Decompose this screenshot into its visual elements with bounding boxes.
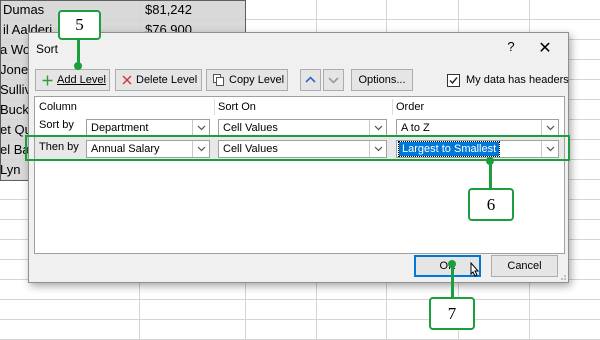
move-up-button[interactable] [300,69,321,91]
cancel-button[interactable]: Cancel [491,255,558,277]
move-down-button[interactable] [323,69,344,91]
select-value: Cell Values [223,122,278,134]
chevron-down-icon [369,120,386,136]
chevron-down-icon [192,120,209,136]
help-button[interactable]: ? [501,39,521,57]
callout-dot [74,62,82,70]
add-level-label: Add Level [57,74,106,86]
mouse-cursor-icon [470,262,480,277]
select-value: A to Z [401,122,430,134]
sheet-row [0,300,600,320]
header-separator [392,99,393,115]
dialog-title: Sort [36,42,59,56]
chevron-up-icon [305,76,316,83]
step-callout-6: 6 [468,188,514,221]
chevron-down-icon [328,77,339,84]
checkmark-icon [449,77,458,85]
plus-icon [42,75,53,86]
resize-grip-icon[interactable] [558,272,566,280]
copy-icon [213,74,225,86]
sort-on-header: Sort On [218,101,256,113]
chevron-down-icon [541,120,558,136]
callout-connector [489,161,492,189]
headers-checkbox-label: My data has headers [466,74,569,86]
callout-dot [448,260,456,268]
copy-level-button[interactable]: Copy Level [206,69,288,91]
close-button[interactable]: ✕ [534,38,556,58]
order-header: Order [396,101,425,113]
callout-connector [451,264,454,298]
header-separator [214,99,215,115]
delete-level-button[interactable]: Delete Level [115,69,202,91]
delete-x-icon [122,75,132,85]
headers-checkbox[interactable] [447,74,460,87]
callout-dot [486,157,494,165]
select-value: Department [91,122,149,134]
sheet-row [0,280,600,300]
sheet-row [0,320,600,340]
step-callout-7: 7 [429,297,475,330]
column-header: Column [39,101,77,113]
add-level-button[interactable]: Add Level [35,69,110,91]
sort-by-label: Sort by [39,119,74,131]
options-label: Options... [358,74,406,86]
delete-level-label: Delete Level [136,74,198,86]
step-callout-5: 5 [58,10,101,40]
copy-level-label: Copy Level [229,74,285,86]
sort-levels-list: Column Sort On Order Sort by Department … [34,96,565,254]
options-button[interactable]: Options... [351,69,413,91]
